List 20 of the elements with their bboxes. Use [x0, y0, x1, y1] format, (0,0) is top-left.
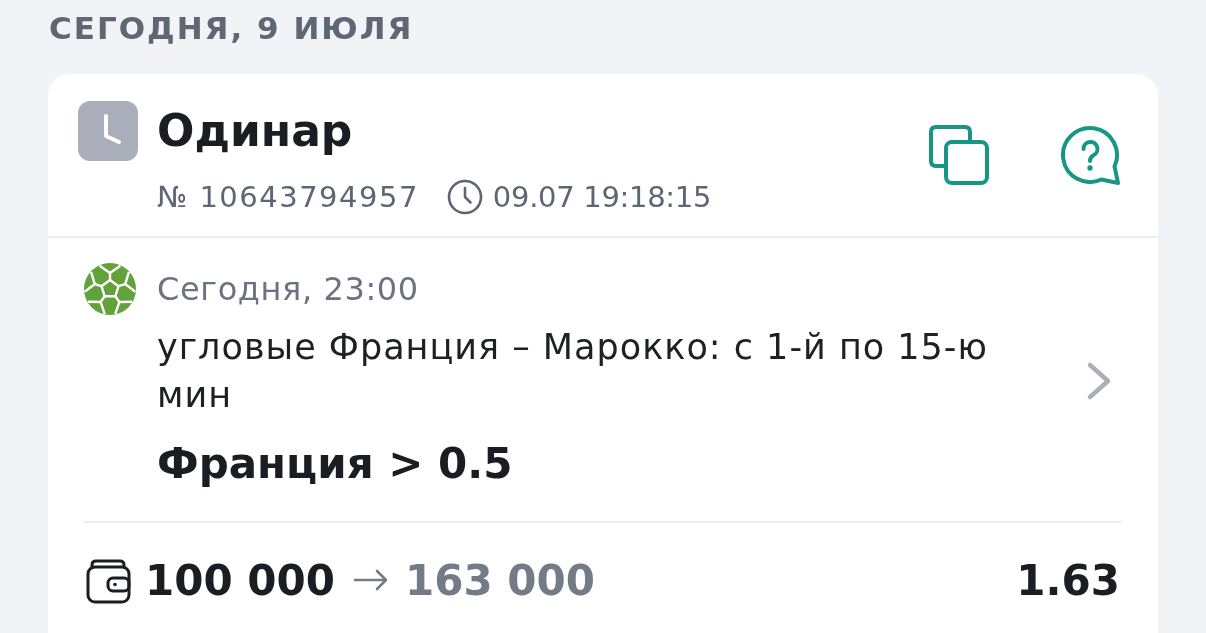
wallet-icon: [86, 558, 132, 604]
market-name: угловые Франция – Марокко: с 1-й по 15-ю мин: [157, 326, 989, 417]
bet-number: № 10643794957: [157, 179, 419, 215]
help-icon: [1060, 125, 1122, 187]
bet-type-title: Одинар: [157, 104, 353, 158]
payout-amount: 163 000: [404, 555, 595, 605]
help-button[interactable]: [1060, 125, 1122, 187]
copy-icon: [929, 125, 989, 185]
event-start-time: Сегодня, 23:00: [157, 271, 420, 307]
selection-name: Франция > 0.5: [157, 440, 514, 488]
chevron-right-icon[interactable]: [1086, 361, 1112, 401]
clock-icon: [446, 179, 483, 215]
copy-button[interactable]: [929, 125, 989, 185]
date-heading: СЕГОДНЯ, 9 ИЮЛЯ: [48, 10, 415, 47]
arrow-right-icon: [352, 568, 389, 592]
odds-value: 1.63: [1016, 555, 1120, 605]
stake-amount: 100 000: [145, 555, 335, 605]
soccer-ball-icon: [84, 263, 136, 315]
placed-time: 09.07 19:18:15: [492, 179, 712, 215]
clock-icon: [78, 101, 138, 161]
